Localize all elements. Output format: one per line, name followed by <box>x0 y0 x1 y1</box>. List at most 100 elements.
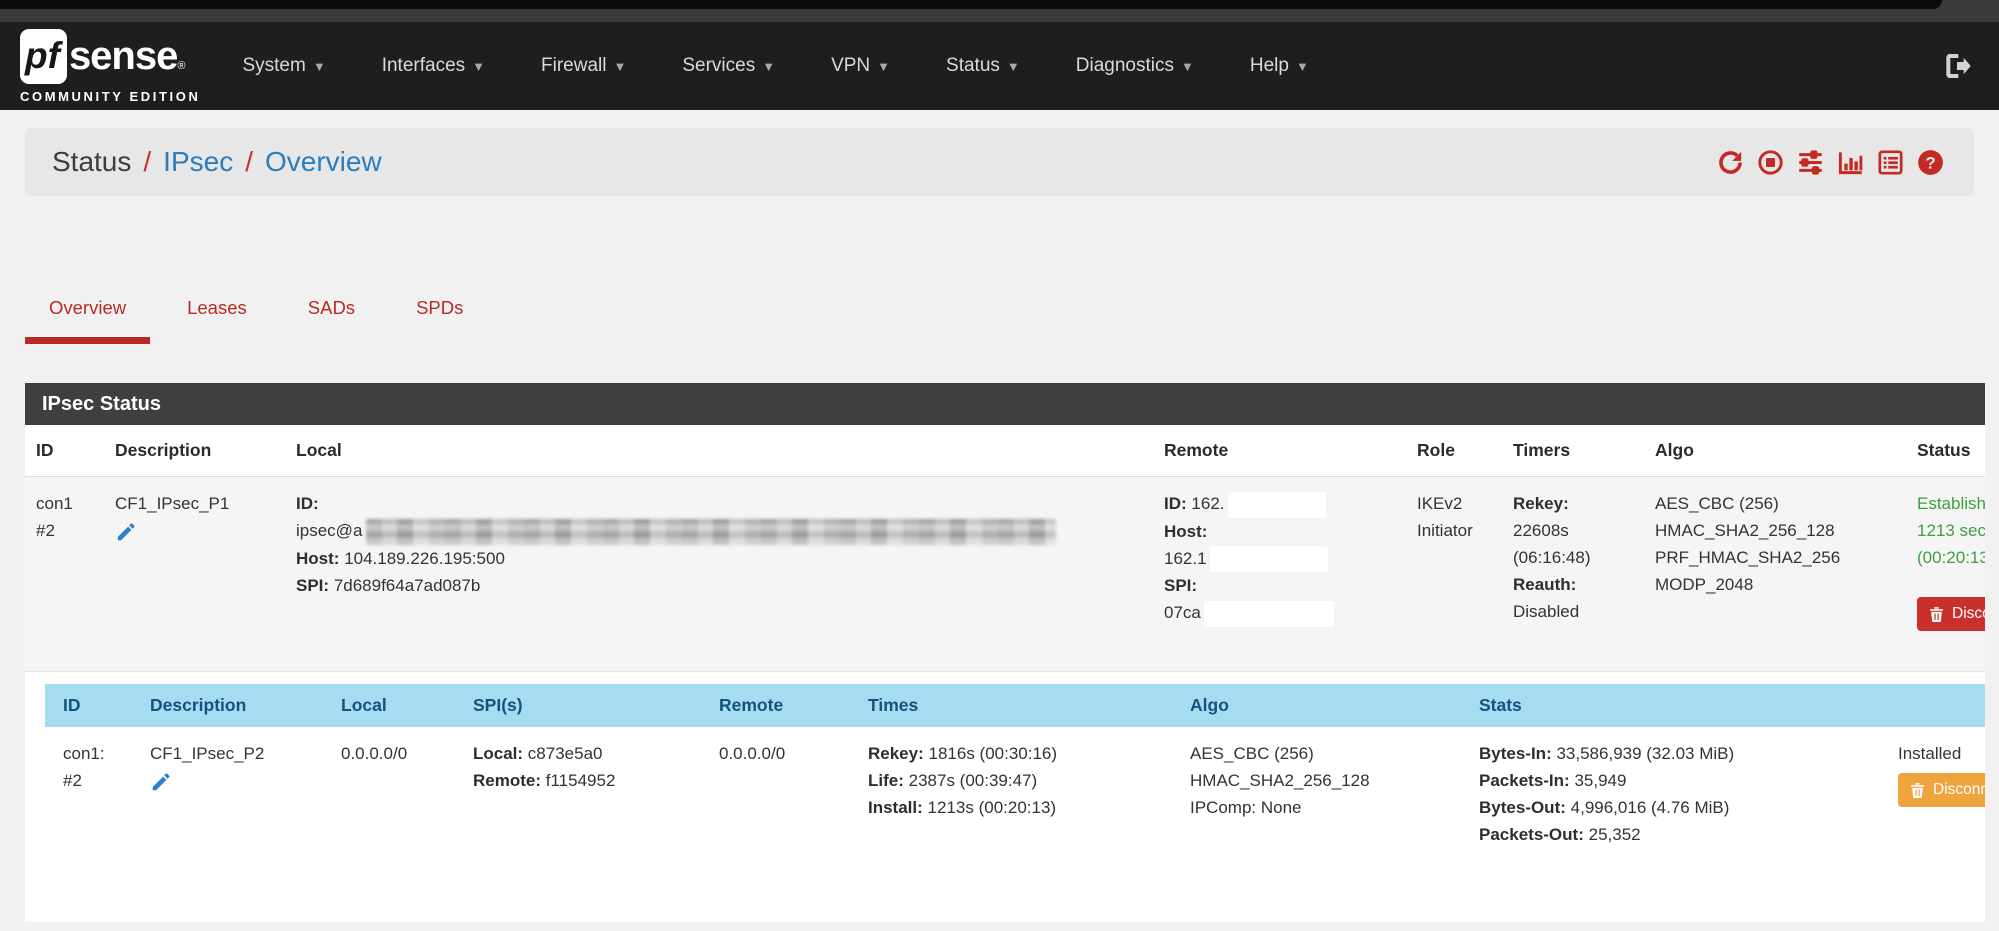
redaction-whiteout <box>1210 546 1328 572</box>
nav-item-vpn[interactable]: VPN ▼ <box>831 55 890 77</box>
ike-sa-table: ID Description Local Remote Role Timers … <box>25 425 1985 672</box>
col-header-stats: Stats <box>1461 684 1880 727</box>
breadcrumb-link-overview[interactable]: Overview <box>265 146 382 178</box>
cell-description: CF1_IPsec_P1 <box>104 477 285 672</box>
pfsense-ipsec-overview-page: pf sense® COMMUNITY EDITION System ▼ Inte… <box>0 0 1999 931</box>
trash-icon <box>1929 606 1944 623</box>
pfsense-logo-row: pf sense® <box>20 29 200 84</box>
trash-icon <box>1910 782 1925 799</box>
nav-item-label: Firewall <box>541 55 606 77</box>
ike-header-row: ID Description Local Remote Role Timers … <box>25 425 1985 477</box>
nav-item-label: System <box>242 55 305 77</box>
col-header-description: Description <box>132 684 323 727</box>
child-sa-section: ID Description Local SPI(s) Remote Times… <box>25 672 1985 862</box>
sliders-icon[interactable] <box>1797 149 1824 176</box>
status-installed: Installed <box>1898 740 1985 767</box>
nav-item-system[interactable]: System ▼ <box>242 55 325 77</box>
connection-number: #2 <box>36 517 104 544</box>
cell-spis: Local: c873e5a0 Remote: f1154952 <box>455 727 701 862</box>
col-header-blank <box>1880 684 1985 727</box>
bar-chart-icon[interactable] <box>1837 149 1864 176</box>
chevron-down-icon: ▼ <box>877 59 890 74</box>
cell-child-status: Installed Disconnect <box>1880 727 1985 862</box>
breadcrumb-actions: ? <box>1717 149 1944 176</box>
col-header-times: Times <box>850 684 1172 727</box>
tab-sads[interactable]: SADs <box>284 297 379 344</box>
col-header-id: ID <box>45 684 132 727</box>
chevron-down-icon: ▼ <box>472 59 485 74</box>
col-header-remote: Remote <box>701 684 850 727</box>
nav-item-status[interactable]: Status▼ <box>946 55 1020 77</box>
tab-spds[interactable]: SPDs <box>392 297 487 344</box>
nav-item-label: Services <box>682 55 755 77</box>
child-header-row: ID Description Local SPI(s) Remote Times… <box>45 684 1985 727</box>
nav-item-label: Diagnostics <box>1076 55 1174 77</box>
pfsense-logo-sense: sense® <box>69 34 185 79</box>
panel-title: IPsec Status <box>25 383 1985 425</box>
edit-icon[interactable] <box>150 771 172 793</box>
cell-timers: Rekey: 22608s (06:16:48) Reauth: Disable… <box>1502 477 1644 672</box>
col-header-role: Role <box>1406 425 1502 477</box>
svg-text:?: ? <box>1925 153 1935 172</box>
cell-description: CF1_IPsec_P2 <box>132 727 323 862</box>
nav-item-help[interactable]: Help ▼ <box>1250 55 1309 77</box>
col-header-algo: Algo <box>1644 425 1906 477</box>
col-header-timers: Timers <box>1502 425 1644 477</box>
chevron-down-icon: ▼ <box>1181 59 1194 74</box>
redaction-blur <box>366 519 1056 545</box>
col-header-remote: Remote <box>1153 425 1406 477</box>
pfsense-logo-pf: pf <box>20 29 67 84</box>
main-menu: System▼ Interfaces▼ Firewall▼ Services▼ … <box>242 55 1308 77</box>
breadcrumb: Status / IPsec / Overview <box>52 146 382 178</box>
help-icon[interactable]: ? <box>1917 149 1944 176</box>
col-header-algo: Algo <box>1172 684 1461 727</box>
col-header-status: Status <box>1906 425 1985 477</box>
cell-id: con1: #2 <box>45 727 132 862</box>
refresh-icon[interactable] <box>1717 149 1744 176</box>
nav-item-label: Status <box>946 55 1000 77</box>
table-row: con1: #2 CF1_IPsec_P2 0.0.0.0/0 <box>45 727 1985 862</box>
chevron-down-icon: ▼ <box>1296 59 1309 74</box>
chevron-down-icon: ▼ <box>313 59 326 74</box>
breadcrumb-link-ipsec[interactable]: IPsec <box>163 146 233 178</box>
redaction-whiteout <box>1204 601 1334 627</box>
registered-mark: ® <box>177 60 184 72</box>
nav-item-firewall[interactable]: Firewall ▼ <box>541 55 626 77</box>
tab-overview[interactable]: Overview <box>25 297 150 344</box>
cell-stats: Bytes-In: 33,586,939 (32.03 MiB) Packets… <box>1461 727 1880 862</box>
cell-local: 0.0.0.0/0 <box>323 727 455 862</box>
nav-item-label: Help <box>1250 55 1289 77</box>
tab-leases[interactable]: Leases <box>163 297 271 344</box>
disconnect-child-button[interactable]: Disconnect <box>1898 773 1985 807</box>
cell-id: con1 #2 <box>25 477 104 672</box>
edit-icon[interactable] <box>115 521 137 543</box>
description-text: CF1_IPsec_P1 <box>115 490 285 517</box>
logout-icon[interactable] <box>1941 50 1973 82</box>
cell-times: Rekey: 1816s (00:30:16) Life: 2387s (00:… <box>850 727 1172 862</box>
pfsense-logo[interactable]: pf sense® COMMUNITY EDITION <box>20 29 200 104</box>
nav-item-label: VPN <box>831 55 870 77</box>
ipsec-status-panel: IPsec Status ID Description Local Remote… <box>25 383 1985 922</box>
nav-item-label: Interfaces <box>382 55 465 77</box>
window-top-strip <box>0 0 1999 22</box>
chevron-down-icon: ▼ <box>613 59 626 74</box>
window-top-strip-dark <box>0 0 1942 9</box>
status-established: Established <box>1917 490 1985 517</box>
chevron-down-icon: ▼ <box>762 59 775 74</box>
child-sa-table: ID Description Local SPI(s) Remote Times… <box>45 684 1985 862</box>
breadcrumb-separator: / <box>143 146 151 178</box>
connection-id: con1 <box>36 490 104 517</box>
cell-role: IKEv2 Initiator <box>1406 477 1502 672</box>
col-header-local: Local <box>323 684 455 727</box>
nav-item-services[interactable]: Services ▼ <box>682 55 775 77</box>
breadcrumb-root: Status <box>52 146 131 178</box>
col-header-local: Local <box>285 425 1153 477</box>
cell-algo: AES_CBC (256) HMAC_SHA2_256_128 PRF_HMAC… <box>1644 477 1906 672</box>
nav-item-diagnostics[interactable]: Diagnostics ▼ <box>1076 55 1194 77</box>
stop-icon[interactable] <box>1757 149 1784 176</box>
col-header-spis: SPI(s) <box>455 684 701 727</box>
disconnect-button[interactable]: Disconnect <box>1917 597 1985 631</box>
list-icon[interactable] <box>1877 149 1904 176</box>
cell-status: Established 1213 seconds (00:20:13) ago … <box>1906 477 1985 672</box>
nav-item-interfaces[interactable]: Interfaces ▼ <box>382 55 485 77</box>
